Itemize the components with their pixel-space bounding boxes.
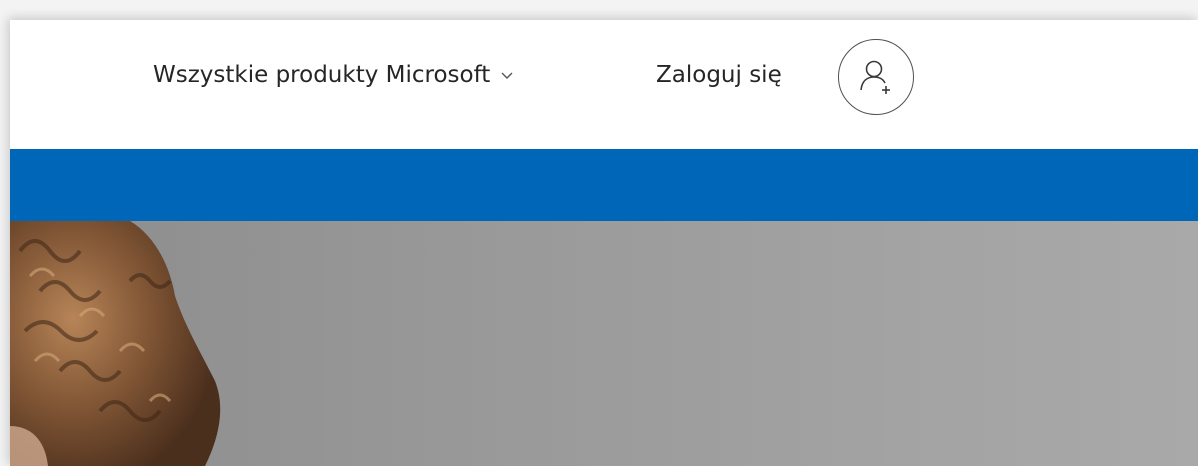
all-microsoft-products-menu[interactable]: Wszystkie produkty Microsoft	[153, 62, 514, 88]
sign-in-link[interactable]: Zaloguj się	[656, 62, 782, 88]
chevron-down-icon	[501, 72, 513, 79]
all-microsoft-products-label: Wszystkie produkty Microsoft	[153, 62, 491, 88]
add-user-icon	[860, 60, 890, 94]
sign-in-avatar-button[interactable]	[838, 39, 914, 115]
hero-image	[10, 221, 1198, 466]
person-hair-graphic	[10, 221, 221, 466]
browser-viewport: Wszystkie produkty Microsoft Zaloguj się	[10, 20, 1198, 466]
site-header: Wszystkie produkty Microsoft Zaloguj się	[10, 20, 1198, 149]
blue-banner-band	[10, 149, 1198, 221]
